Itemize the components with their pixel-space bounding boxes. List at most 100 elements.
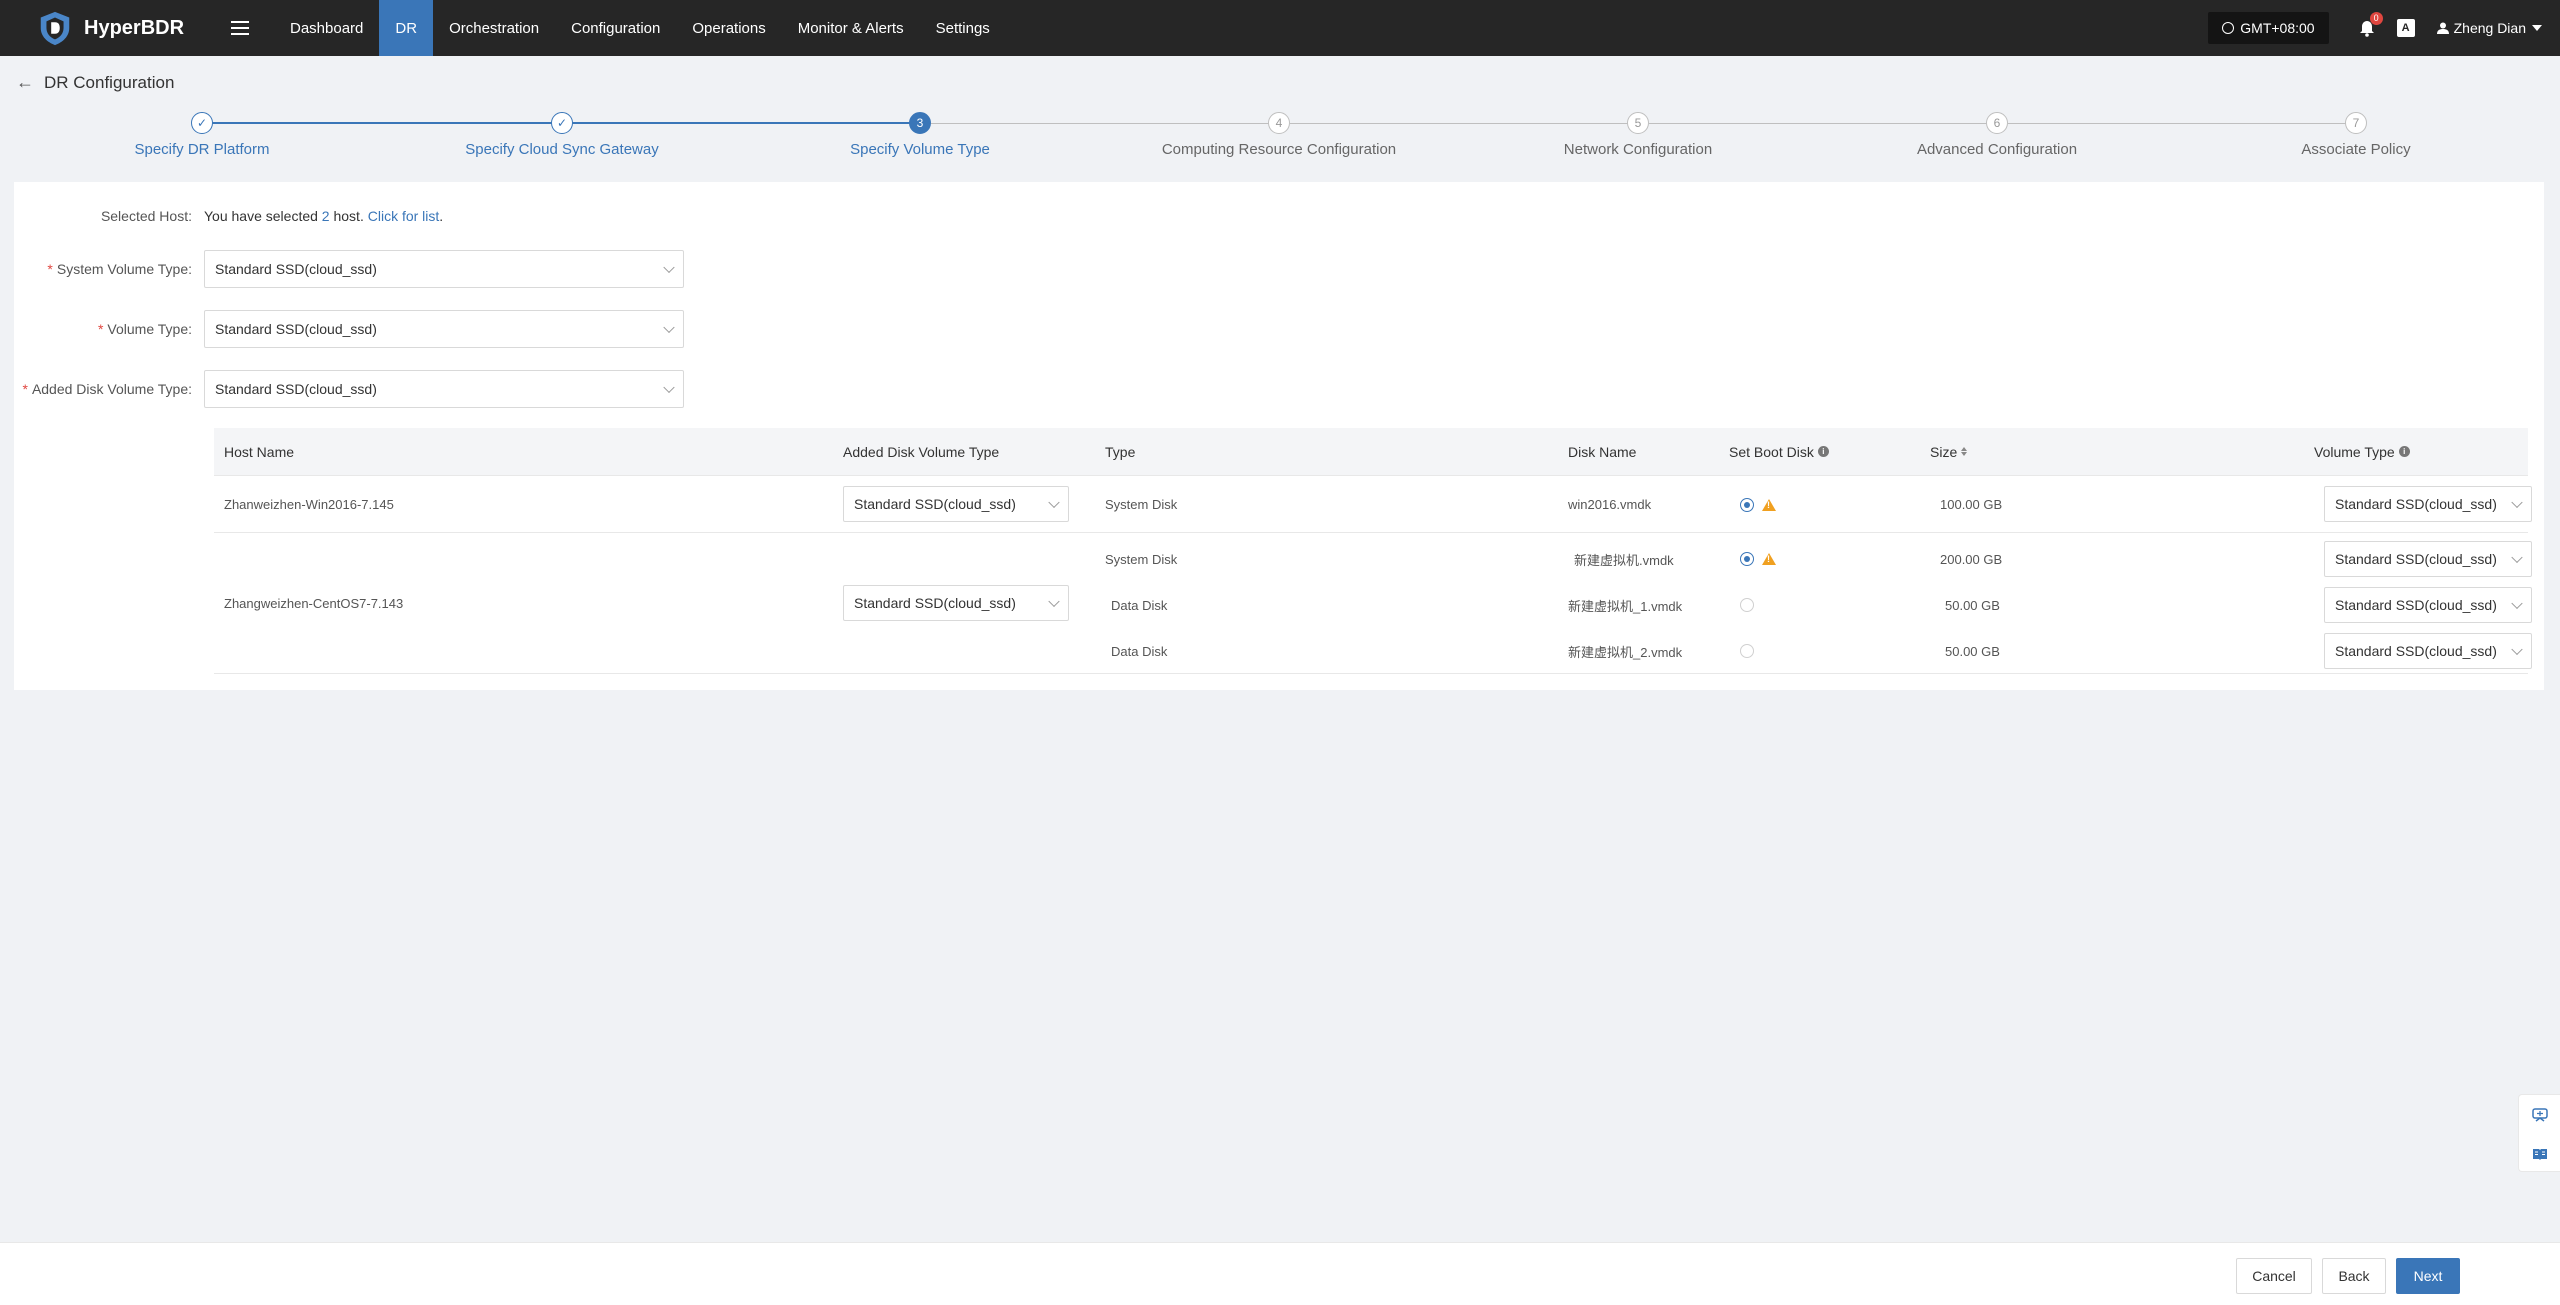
- select-value: Standard SSD(cloud_ssd): [2335, 551, 2497, 567]
- nav-settings[interactable]: Settings: [920, 0, 1006, 56]
- nav-orchestration[interactable]: Orchestration: [433, 0, 555, 56]
- disk-volume-type-select[interactable]: Standard SSD(cloud_ssd): [2324, 486, 2532, 522]
- top-navbar: HyperBDR Dashboard DR Orchestration Conf…: [0, 0, 2560, 56]
- check-icon: ✓: [551, 112, 573, 134]
- chevron-down-icon: [663, 321, 675, 334]
- volume-type-row: * Volume Type: Standard SSD(cloud_ssd): [14, 310, 684, 348]
- disk-size: 100.00 GB: [1940, 497, 2003, 512]
- boot-disk-cell: [1740, 476, 1776, 533]
- language-icon[interactable]: A: [2396, 19, 2415, 37]
- user-menu[interactable]: Zheng Dian: [2436, 20, 2542, 36]
- system-volume-type-label: * System Volume Type:: [47, 261, 192, 277]
- chevron-down-icon: [1048, 496, 1060, 509]
- sort-icon[interactable]: [1961, 447, 1968, 456]
- book-icon[interactable]: [2519, 1134, 2560, 1173]
- step-label: Specify Volume Type: [850, 141, 990, 158]
- wizard-footer: Cancel Back Next: [0, 1242, 2560, 1305]
- boot-disk-radio[interactable]: [1740, 552, 1754, 566]
- volume-type-cell: Standard SSD(cloud_ssd): [2324, 587, 2532, 623]
- nav-operations[interactable]: Operations: [676, 0, 781, 56]
- check-icon: ✓: [191, 112, 213, 134]
- step-label: Specify DR Platform: [134, 141, 270, 158]
- cancel-button[interactable]: Cancel: [2236, 1258, 2312, 1294]
- step-label: Network Configuration: [1563, 141, 1713, 158]
- select-value: Standard SSD(cloud_ssd): [854, 595, 1016, 611]
- app-name: HyperBDR: [84, 16, 185, 39]
- boot-disk-radio[interactable]: [1740, 497, 1754, 512]
- step-number: 5: [1627, 112, 1649, 134]
- select-value: Standard SSD(cloud_ssd): [215, 261, 377, 277]
- select-value: Standard SSD(cloud_ssd): [2335, 643, 2497, 659]
- info-icon[interactable]: i: [1817, 446, 1829, 457]
- boot-disk-radio[interactable]: [1740, 598, 1754, 612]
- disk-volume-type-select[interactable]: Standard SSD(cloud_ssd): [2324, 587, 2532, 623]
- step-label: Associate Policy: [2301, 141, 2411, 158]
- next-button[interactable]: Next: [2396, 1258, 2460, 1294]
- volume-type-cell: Standard SSD(cloud_ssd): [2324, 486, 2532, 522]
- th-volume-type: Volume Type i: [2304, 444, 2524, 460]
- disk-type: Data Disk: [1111, 597, 1168, 613]
- timezone-display[interactable]: GMT+08:00: [2208, 12, 2329, 44]
- disk-name: 新建虚拟机_2.vmdk: [1568, 644, 1683, 660]
- disk-volume-type-select[interactable]: Standard SSD(cloud_ssd): [2324, 541, 2532, 577]
- step-network-configuration: 5 Network Configuration: [1458, 112, 1818, 158]
- boot-disk-cell: [1740, 587, 1754, 623]
- nav-monitor-alerts[interactable]: Monitor & Alerts: [782, 0, 920, 56]
- volume-type-cell: Standard SSD(cloud_ssd): [2324, 633, 2532, 669]
- nav-dr[interactable]: DR: [379, 0, 434, 56]
- select-value: Standard SSD(cloud_ssd): [215, 321, 377, 337]
- wizard-steps: ✓ Specify DR Platform ✓ Specify Cloud Sy…: [0, 112, 2560, 172]
- th-set-boot-disk: Set Boot Disk i: [1719, 444, 1920, 460]
- step-number: 3: [909, 112, 931, 134]
- step-label: Computing Resource Configuration: [1161, 141, 1397, 158]
- disk-size: 200.00 GB: [1940, 551, 2003, 567]
- step-number: 7: [2345, 112, 2367, 134]
- back-arrow-icon[interactable]: ←: [16, 72, 34, 93]
- host-disk-table: Host Name Added Disk Volume Type Type Di…: [214, 428, 2532, 674]
- disk-volume-type-select[interactable]: Standard SSD(cloud_ssd): [2324, 633, 2532, 669]
- step-associate-policy: 7 Associate Policy: [2176, 112, 2536, 158]
- step-specify-dr-platform[interactable]: ✓ Specify DR Platform: [22, 112, 382, 158]
- user-name: Zheng Dian: [2453, 20, 2526, 36]
- warning-icon: [1762, 498, 1776, 511]
- system-volume-type-select[interactable]: Standard SSD(cloud_ssd): [204, 250, 684, 288]
- disk-type: System Disk: [1105, 497, 1178, 512]
- step-number: 6: [1986, 112, 2008, 134]
- timezone-label: GMT+08:00: [2240, 20, 2315, 36]
- disk-size: 50.00 GB: [1945, 643, 2000, 659]
- translate-icon[interactable]: [2519, 1095, 2560, 1134]
- info-icon[interactable]: i: [2398, 446, 2410, 457]
- step-specify-volume-type[interactable]: 3 Specify Volume Type: [740, 112, 1100, 158]
- app-logo[interactable]: HyperBDR: [0, 9, 212, 47]
- selected-text-post: host.: [329, 208, 368, 224]
- menu-icon[interactable]: [212, 0, 268, 56]
- nav-configuration[interactable]: Configuration: [555, 0, 676, 56]
- page-header: ← DR Configuration: [16, 72, 174, 93]
- added-disk-volume-type-select[interactable]: Standard SSD(cloud_ssd): [843, 585, 1069, 621]
- click-for-list-link[interactable]: Click for list: [368, 208, 440, 224]
- table-row: Zhangweizhen-CentOS7-7.143 Standard SSD(…: [214, 533, 2532, 674]
- select-value: Standard SSD(cloud_ssd): [2335, 496, 2497, 512]
- added-disk-volume-type-select[interactable]: Standard SSD(cloud_ssd): [843, 486, 1069, 522]
- select-value: Standard SSD(cloud_ssd): [2335, 597, 2497, 613]
- chevron-down-icon: [1048, 595, 1060, 608]
- back-button[interactable]: Back: [2322, 1258, 2386, 1294]
- added-disk-volume-type-select[interactable]: Standard SSD(cloud_ssd): [204, 370, 684, 408]
- volume-type-select[interactable]: Standard SSD(cloud_ssd): [204, 310, 684, 348]
- host-added-disk-volume-type: Standard SSD(cloud_ssd): [843, 585, 1069, 621]
- system-volume-type-row: * System Volume Type: Standard SSD(cloud_…: [14, 250, 684, 288]
- user-icon: [2436, 22, 2449, 34]
- selected-host-text: You have selected 2 host. Click for list…: [204, 208, 443, 224]
- bell-icon[interactable]: 0: [2357, 12, 2383, 38]
- step-number: 4: [1268, 112, 1290, 134]
- nav-dashboard[interactable]: Dashboard: [274, 0, 379, 56]
- boot-disk-radio[interactable]: [1740, 644, 1754, 658]
- warning-icon: [1762, 553, 1776, 565]
- select-value: Standard SSD(cloud_ssd): [215, 381, 377, 397]
- step-specify-cloud-sync-gateway[interactable]: ✓ Specify Cloud Sync Gateway: [382, 112, 742, 158]
- added-disk-volume-type-row: * Added Disk Volume Type: Standard SSD(cl…: [14, 370, 684, 408]
- select-value: Standard SSD(cloud_ssd): [854, 496, 1016, 512]
- th-type: Type: [1105, 443, 1136, 460]
- th-size[interactable]: Size: [1920, 444, 2304, 460]
- disk-name: win2016.vmdk: [1568, 497, 1652, 512]
